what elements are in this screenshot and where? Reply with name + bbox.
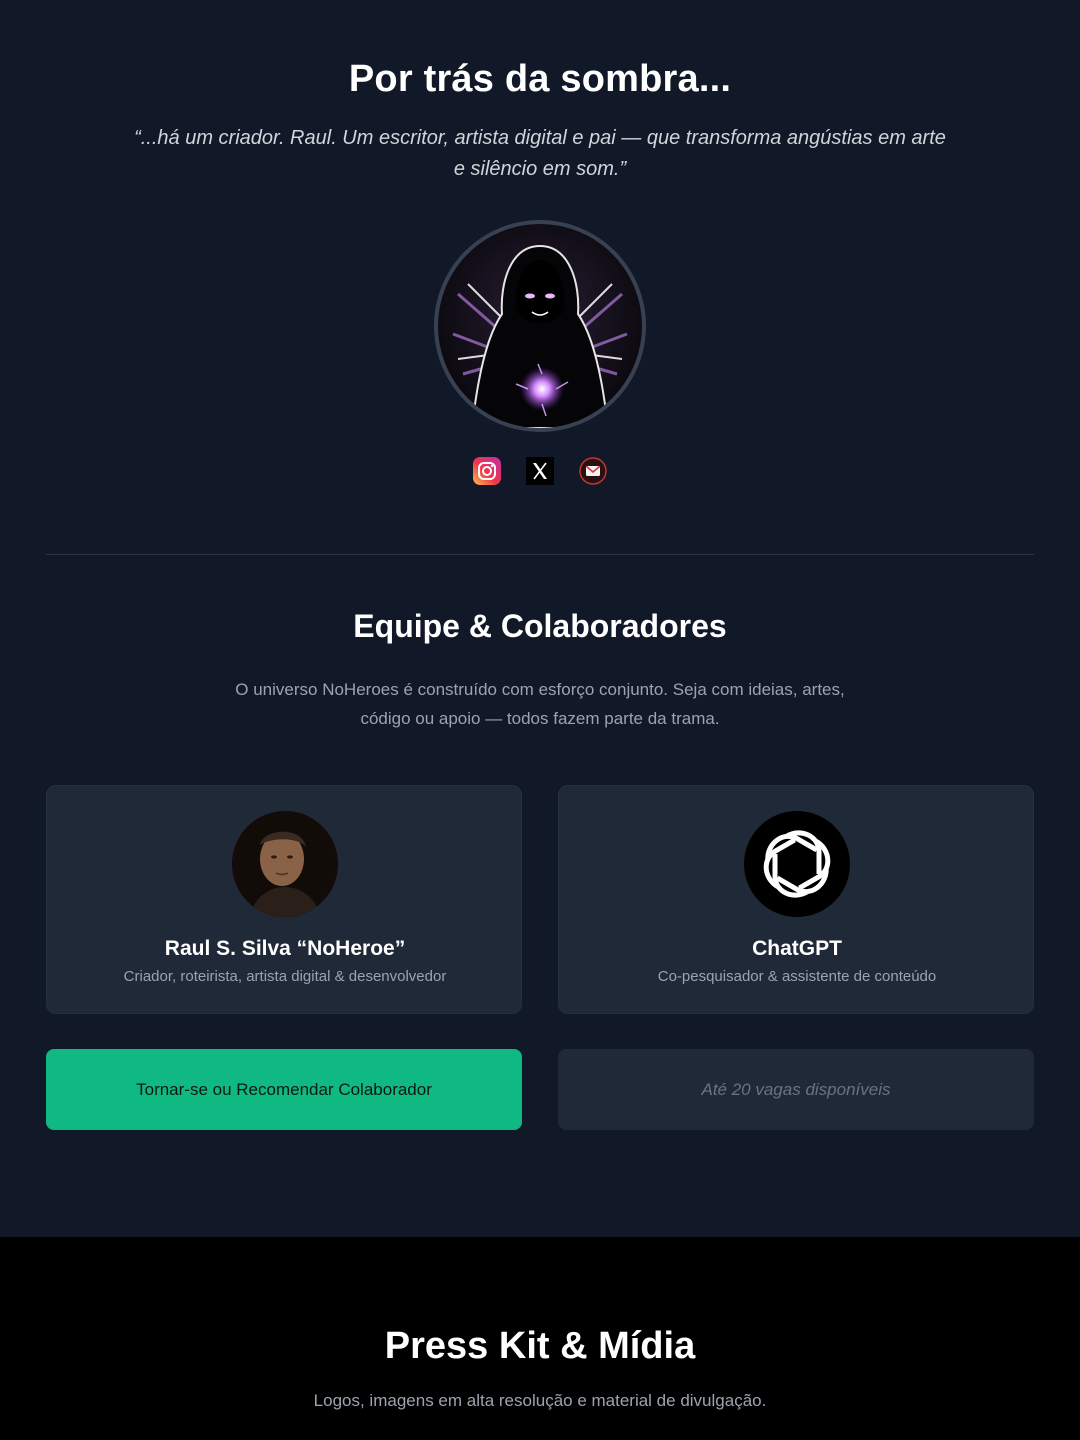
email-icon: [579, 457, 607, 485]
available-slots-text: Até 20 vagas disponíveis: [701, 1079, 891, 1099]
member-role: Criador, roteirista, artista digital & d…: [123, 968, 447, 985]
x-twitter-icon: [526, 457, 554, 485]
team-title: Equipe & Colaboradores: [353, 608, 727, 644]
about-title: Por trás da sombra...: [348, 58, 732, 100]
team-description: O universo NoHeroes é construído com esf…: [235, 680, 845, 728]
press-description: Logos, imagens em alta resolução e mater…: [313, 1391, 767, 1410]
openai-logo-icon: [763, 830, 831, 898]
member-name: Raul S. Silva “NoHeroe”: [164, 937, 406, 960]
about-quote: “...há um criador. Raul. Um escritor, ar…: [134, 127, 946, 180]
member-name: ChatGPT: [752, 937, 842, 960]
about-section: Por trás da sombra... “...há um criador.…: [0, 0, 1080, 1237]
social-links: [0, 457, 1080, 485]
become-collaborator-button[interactable]: Tornar-se ou Recomendar Colaborador: [46, 1049, 522, 1130]
member-card-raul: Raul S. Silva “NoHeroe” Criador, roteiri…: [46, 785, 522, 1014]
x-twitter-link[interactable]: [526, 457, 554, 485]
raul-portrait: [232, 811, 338, 917]
press-title: Press Kit & Mídia: [384, 1325, 696, 1367]
section-divider: [46, 554, 1034, 555]
available-slots-box: Até 20 vagas disponíveis: [558, 1049, 1034, 1130]
hooded-figure-avatar: [434, 220, 646, 432]
member-role: Co-pesquisador & assistente de conteúdo: [657, 968, 937, 985]
member-card-chatgpt: ChatGPT Co-pesquisador & assistente de c…: [558, 785, 1034, 1014]
press-section: Press Kit & Mídia Logos, imagens em alta…: [0, 1237, 1080, 1440]
email-link[interactable]: [579, 457, 607, 485]
instagram-link[interactable]: [473, 457, 501, 485]
avatar: [232, 811, 338, 917]
hooded-figure-illustration: [452, 244, 628, 428]
instagram-icon: [473, 457, 501, 485]
avatar: [744, 811, 850, 917]
